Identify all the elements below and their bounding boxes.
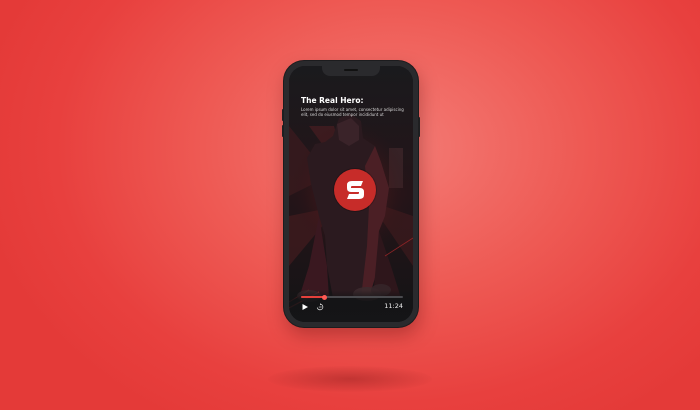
phone-shadow [268, 366, 432, 392]
video-title: The Real Hero: [301, 96, 364, 105]
volume-button [282, 109, 284, 121]
video-description: Lorem ipsum dolor sit amet, consectetur … [301, 107, 404, 117]
replay-icon[interactable]: 10 [316, 303, 324, 311]
progress-fill [301, 296, 325, 298]
progress-knob[interactable] [321, 294, 327, 300]
phone-notch [322, 66, 380, 76]
video-controls: 10 11:24 [289, 290, 413, 322]
svg-text:10: 10 [318, 306, 322, 309]
phone-screen: The Real Hero: Lorem ipsum dolor sit ame… [289, 66, 413, 322]
s-logo-icon[interactable] [334, 169, 376, 211]
video-header: The Real Hero: Lorem ipsum dolor sit ame… [301, 96, 405, 117]
s-logo-glyph [347, 181, 364, 199]
phone-device: The Real Hero: Lorem ipsum dolor sit ame… [282, 61, 420, 327]
volume-button [282, 125, 284, 137]
power-button [418, 117, 420, 137]
play-icon[interactable] [301, 303, 309, 311]
video-duration: 11:24 [384, 302, 403, 310]
progress-track[interactable] [301, 294, 403, 300]
speaker-grille [344, 69, 358, 71]
